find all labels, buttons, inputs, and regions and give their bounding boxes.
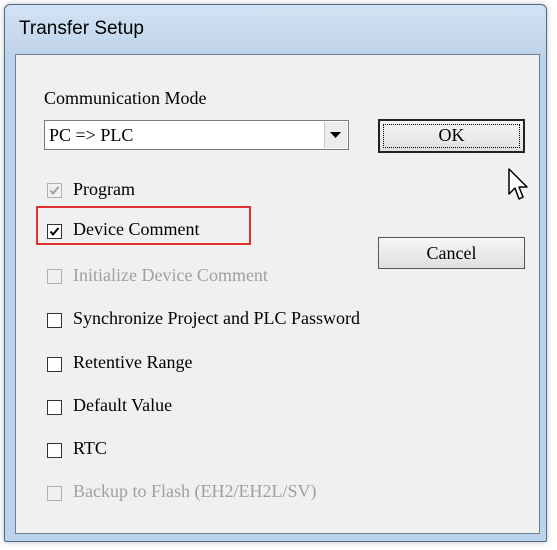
- device-comment-label: Device Comment: [73, 219, 200, 239]
- default-value-checkbox[interactable]: [47, 400, 62, 415]
- transfer-setup-dialog: Transfer Setup Communication Mode PC => …: [4, 4, 547, 542]
- checkmark-icon: [49, 186, 60, 196]
- backup-to-flash-checkbox: [47, 486, 62, 501]
- rtc-label: RTC: [73, 438, 107, 458]
- initialize-device-comment-label: Initialize Device Comment: [73, 265, 268, 285]
- chevron-down-icon: [330, 132, 341, 138]
- retentive-range-checkbox[interactable]: [47, 357, 62, 372]
- dialog-body: Communication Mode PC => PLC OK Cancel P…: [15, 54, 540, 534]
- checkmark-icon: [49, 227, 60, 237]
- program-checkbox: [47, 183, 62, 198]
- synchronize-password-label: Synchronize Project and PLC Password: [73, 308, 360, 328]
- mouse-pointer-icon: [508, 168, 528, 200]
- synchronize-password-checkbox[interactable]: [47, 313, 62, 328]
- dropdown-arrow-button[interactable]: [324, 122, 347, 148]
- program-label: Program: [73, 179, 135, 199]
- communication-mode-select[interactable]: PC => PLC: [44, 120, 349, 150]
- ok-button-label: OK: [438, 125, 465, 145]
- communication-mode-value: PC => PLC: [49, 125, 134, 145]
- initialize-device-comment-checkbox: [47, 269, 62, 284]
- retentive-range-label: Retentive Range: [73, 352, 193, 372]
- communication-mode-label: Communication Mode: [44, 88, 207, 108]
- ok-button[interactable]: OK: [378, 119, 525, 153]
- device-comment-checkbox[interactable]: [47, 224, 62, 239]
- title-bar[interactable]: Transfer Setup: [5, 5, 546, 57]
- default-value-label: Default Value: [73, 395, 173, 415]
- backup-to-flash-label: Backup to Flash (EH2/EH2L/SV): [73, 481, 317, 501]
- rtc-checkbox[interactable]: [47, 443, 62, 458]
- dialog-title: Transfer Setup: [19, 18, 144, 39]
- cancel-button[interactable]: Cancel: [378, 237, 525, 269]
- cancel-button-label: Cancel: [426, 243, 477, 263]
